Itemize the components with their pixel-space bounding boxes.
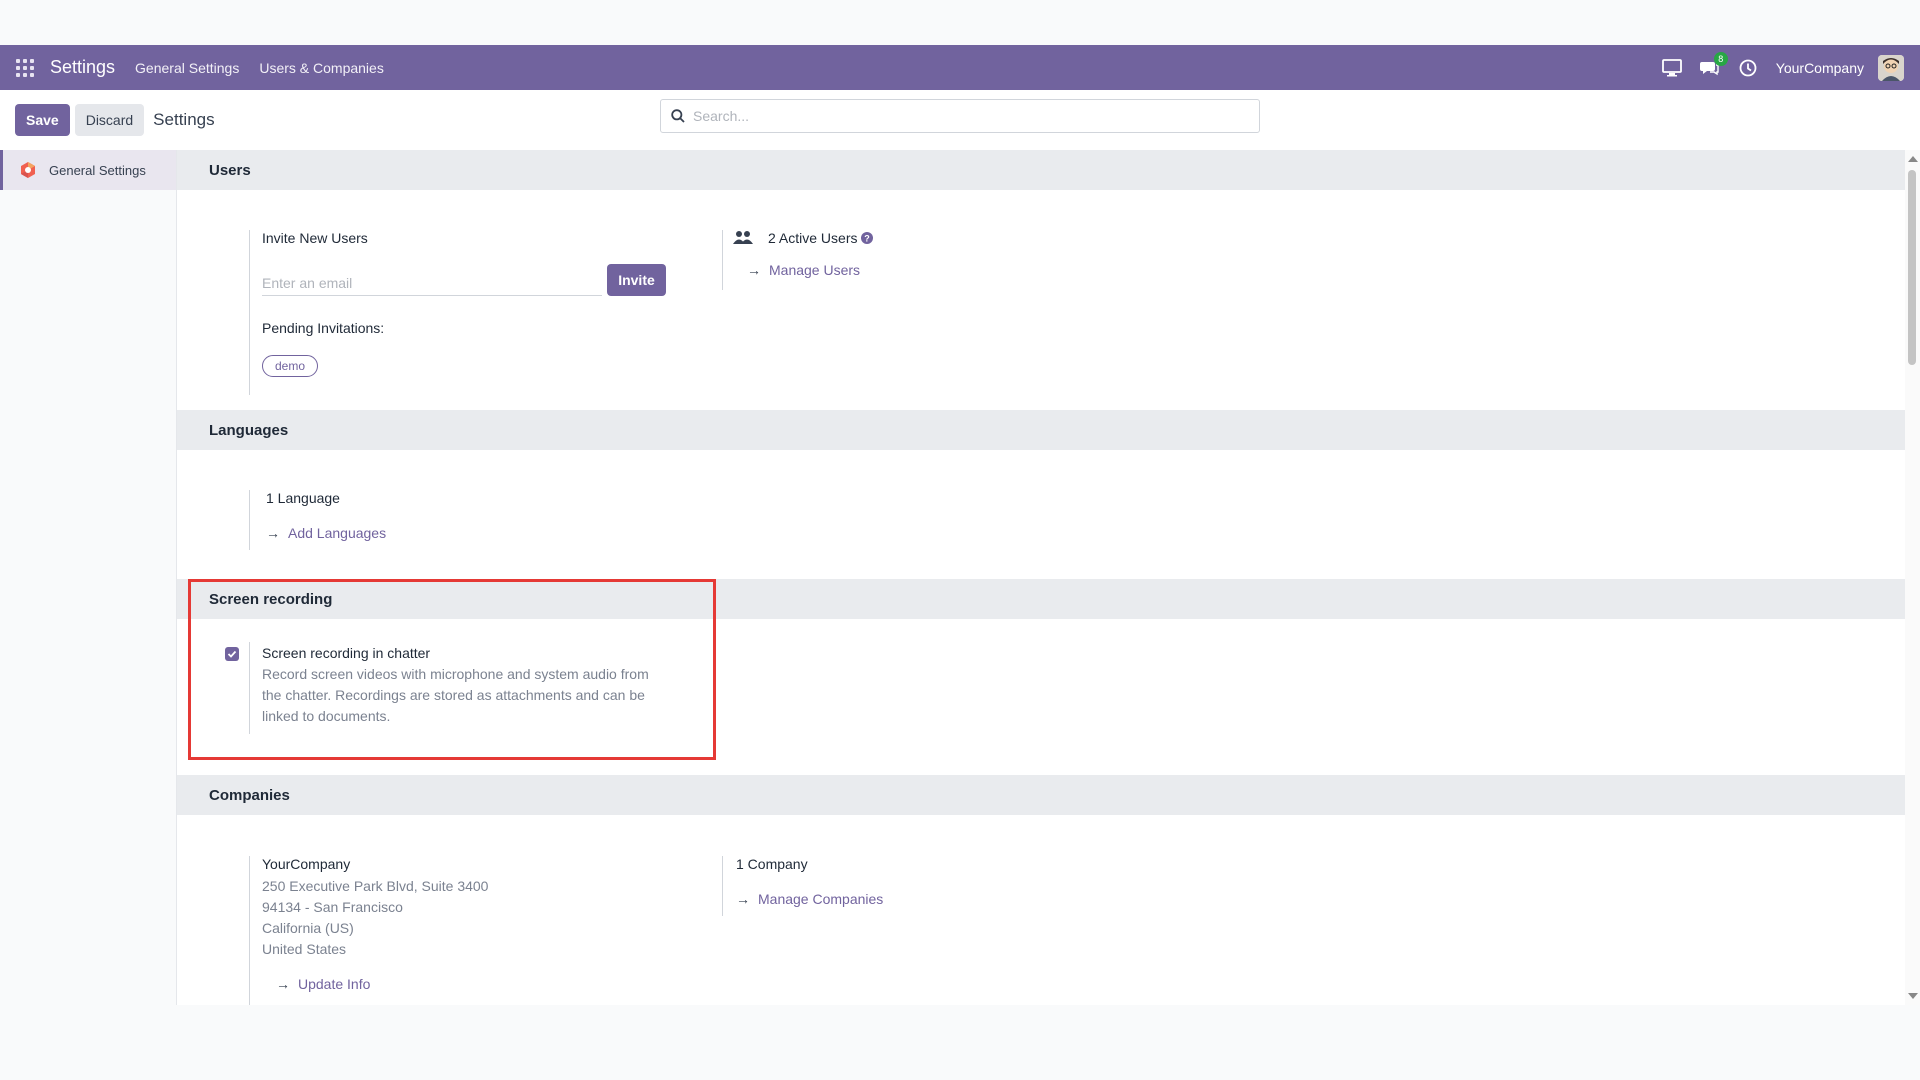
bottom-margin — [0, 1005, 1920, 1080]
sidebar-item-general-settings[interactable]: General Settings — [0, 150, 176, 190]
app-title[interactable]: Settings — [50, 57, 115, 78]
monitor-icon[interactable] — [1661, 58, 1682, 78]
update-info-link[interactable]: → Update Info — [276, 976, 370, 992]
company-name: YourCompany — [262, 856, 351, 872]
screen-recording-title: Screen recording in chatter — [262, 645, 431, 661]
company-address-line-2: 94134 - San Francisco — [262, 899, 403, 915]
manage-companies-label: Manage Companies — [758, 891, 884, 907]
top-margin — [0, 0, 1920, 45]
section-title-companies: Companies — [177, 775, 1905, 815]
section-title-screen-recording: Screen recording — [177, 579, 1905, 619]
arrow-right-icon: → — [747, 262, 761, 278]
company-address-line-3: California (US) — [262, 920, 354, 936]
arrow-right-icon: → — [276, 976, 290, 992]
screen-recording-description-line-3: linked to documents. — [262, 708, 391, 724]
add-languages-link[interactable]: → Add Languages — [266, 525, 386, 541]
companies-count-setting: 1 Company → Manage Companies — [722, 856, 1022, 916]
manage-companies-link[interactable]: → Manage Companies — [736, 891, 883, 907]
top-navbar: Settings General Settings Users & Compan… — [0, 45, 1920, 90]
breadcrumb: Settings — [153, 110, 215, 129]
chat-badge: 8 — [1713, 51, 1728, 66]
scroll-down-arrow-icon[interactable] — [1908, 993, 1918, 999]
invite-title: Invite New Users — [262, 230, 368, 246]
search-input[interactable] — [693, 108, 1233, 124]
arrow-right-icon: → — [736, 891, 750, 907]
section-title-languages: Languages — [177, 410, 1905, 450]
settings-content: Users Invite New Users Invite Pending In… — [177, 150, 1905, 1005]
add-languages-label: Add Languages — [288, 525, 387, 541]
clock-icon[interactable] — [1738, 58, 1758, 78]
control-panel: Save Discard Settings — [0, 90, 1920, 150]
language-count: 1 Language — [266, 490, 340, 506]
arrow-right-icon: → — [266, 525, 280, 541]
help-icon[interactable]: ? — [861, 232, 874, 244]
company-count: 1 Company — [736, 856, 808, 872]
company-info-setting: YourCompany 250 Executive Park Blvd, Sui… — [249, 856, 689, 1005]
svg-text:?: ? — [865, 234, 871, 244]
screen-recording-setting: Screen recording in chatter Record scree… — [249, 642, 679, 734]
invite-button[interactable]: Invite — [607, 264, 666, 296]
check-icon — [227, 650, 237, 658]
pending-invitations-label: Pending Invitations: — [262, 320, 385, 336]
screen-recording-checkbox[interactable] — [225, 647, 239, 661]
users-icon — [733, 231, 753, 244]
chat-icon[interactable]: 8 — [1699, 51, 1728, 78]
discard-button[interactable]: Discard — [74, 104, 145, 136]
odoo-settings-logo-icon — [21, 162, 35, 178]
company-address-line-1: 250 Executive Park Blvd, Suite 3400 — [262, 878, 489, 894]
section-title-users: Users — [177, 150, 1905, 190]
manage-users-link[interactable]: → Manage Users — [747, 262, 860, 278]
active-users-count: 2 Active Users — [768, 230, 858, 246]
invite-users-setting: Invite New Users Invite Pending Invitati… — [249, 230, 669, 395]
save-button[interactable]: Save — [15, 104, 70, 136]
user-avatar[interactable] — [1878, 54, 1904, 81]
active-users-setting: 2 Active Users ? → Manage Users — [722, 230, 1022, 290]
screen-recording-description-line-1: Record screen videos with microphone and… — [262, 666, 649, 682]
pending-invitation-tag[interactable]: demo — [262, 355, 319, 377]
sidebar-item-label: General Settings — [49, 162, 146, 178]
company-switcher[interactable]: YourCompany — [1776, 60, 1864, 76]
update-info-label: Update Info — [298, 976, 371, 992]
scroll-up-arrow-icon[interactable] — [1908, 156, 1918, 162]
menu-users-companies[interactable]: Users & Companies — [259, 60, 384, 76]
screen-recording-description-line-2: the chatter. Recordings are stored as at… — [262, 687, 645, 703]
search-icon — [671, 109, 685, 123]
manage-users-label: Manage Users — [769, 262, 861, 278]
scrollbar-thumb[interactable] — [1908, 170, 1916, 365]
apps-grid-icon[interactable] — [16, 58, 34, 77]
menu-general-settings[interactable]: General Settings — [135, 60, 239, 76]
invite-email-input[interactable] — [262, 270, 602, 296]
company-address-line-4: United States — [262, 941, 347, 957]
settings-sidebar: General Settings — [0, 150, 177, 1005]
languages-setting: 1 Language → Add Languages — [249, 490, 549, 550]
search-bar[interactable] — [660, 99, 1260, 133]
